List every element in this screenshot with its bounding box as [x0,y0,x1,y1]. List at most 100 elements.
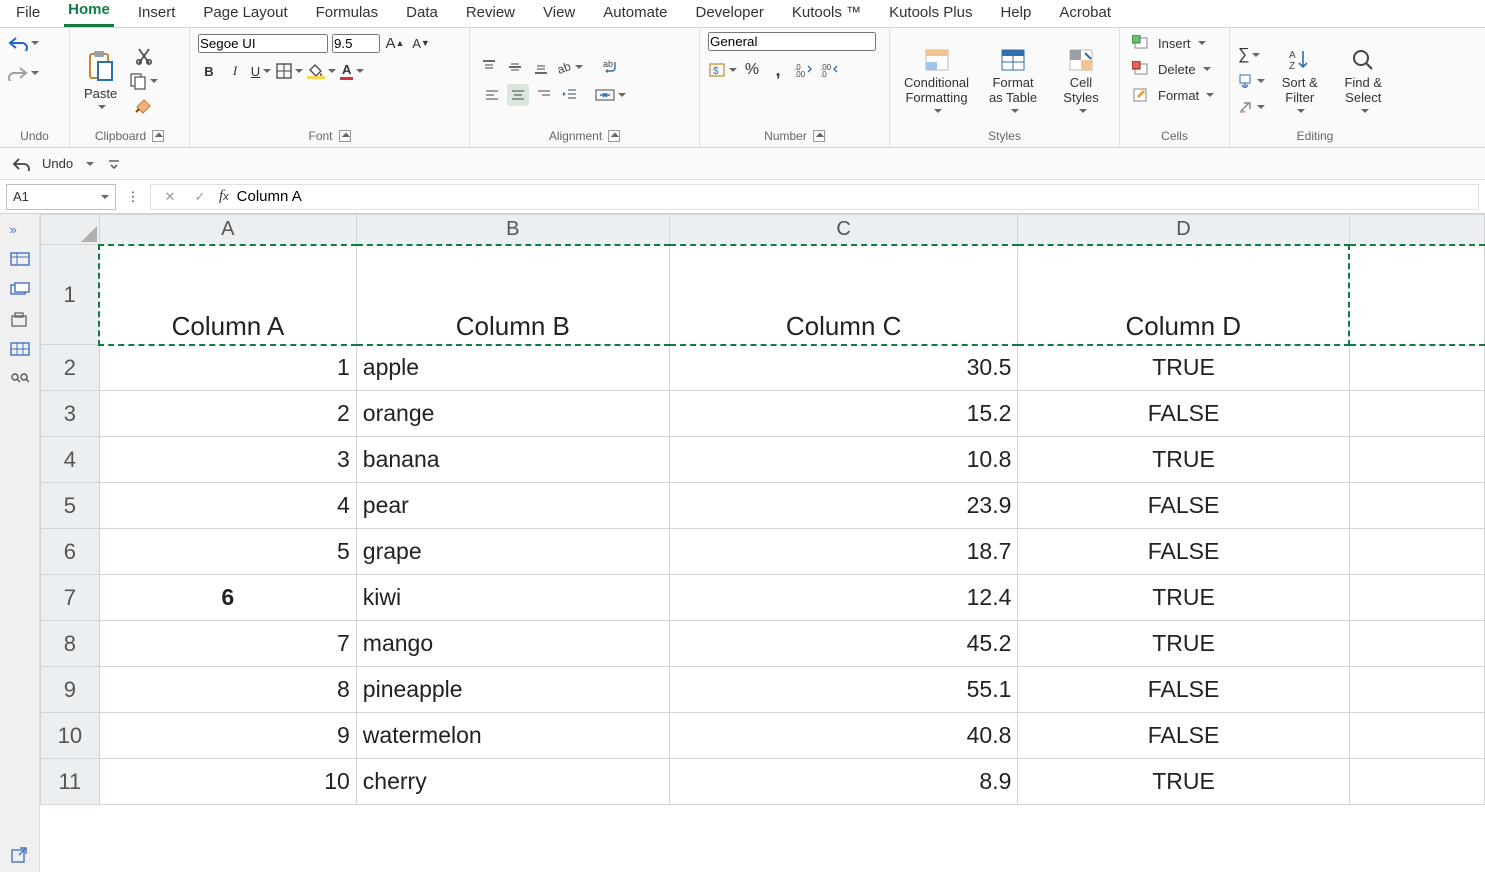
align-bottom-button[interactable] [530,56,552,78]
cell-2-B[interactable]: apple [356,345,669,391]
cell-3-C[interactable]: 15.2 [669,391,1018,437]
cell-4-A[interactable]: 3 [99,437,356,483]
tab-automate[interactable]: Automate [599,2,671,27]
cell-1-A[interactable]: Column A [99,245,356,345]
row-header-7[interactable]: 7 [41,575,100,621]
cell-11-D[interactable]: TRUE [1018,759,1349,805]
insert-cells-button[interactable]: Insert [1128,32,1210,54]
cell-7-next[interactable] [1349,575,1484,621]
accounting-format-button[interactable]: $ [708,59,737,81]
format-painter-button[interactable] [133,95,155,117]
row-header-5[interactable]: 5 [41,483,100,529]
cell-7-C[interactable]: 12.4 [669,575,1018,621]
percent-format-button[interactable]: % [741,59,763,81]
qat-customize-button[interactable] [103,153,125,175]
align-right-button[interactable] [533,84,555,106]
cell-4-next[interactable] [1349,437,1484,483]
increase-font-button[interactable]: A▲ [384,32,406,54]
underline-button[interactable]: U [250,60,272,82]
cell-8-B[interactable]: mango [356,621,669,667]
decrease-decimal-button[interactable]: .00.0 [819,59,841,81]
cell-6-D[interactable]: FALSE [1018,529,1349,575]
clear-button[interactable] [1238,96,1265,118]
cell-4-D[interactable]: TRUE [1018,437,1349,483]
clipboard-launcher[interactable] [152,130,164,142]
tab-data[interactable]: Data [402,2,442,27]
number-format-combo[interactable] [708,32,876,51]
font-launcher[interactable] [339,130,351,142]
col-header-B[interactable]: B [356,215,669,245]
cell-8-next[interactable] [1349,621,1484,667]
increase-decimal-button[interactable]: .0.00 [793,59,815,81]
qat-undo-button[interactable] [10,153,32,175]
autosum-button[interactable]: ∑ [1238,44,1260,66]
col-header-A[interactable]: A [99,215,356,245]
row-header-3[interactable]: 3 [41,391,100,437]
cell-5-B[interactable]: pear [356,483,669,529]
cell-8-D[interactable]: TRUE [1018,621,1349,667]
side-icon-2[interactable] [10,282,30,298]
cell-3-A[interactable]: 2 [99,391,356,437]
tab-page-layout[interactable]: Page Layout [199,2,291,27]
side-icon-4[interactable] [10,342,30,358]
bold-button[interactable]: B [198,60,220,82]
row-header-8[interactable]: 8 [41,621,100,667]
font-name-combo[interactable] [198,34,328,53]
merge-center-button[interactable] [595,84,626,106]
tab-kutools-plus[interactable]: Kutools Plus [885,2,976,27]
row-header-1[interactable]: 1 [41,245,100,345]
cell-3-B[interactable]: orange [356,391,669,437]
row-header-11[interactable]: 11 [41,759,100,805]
conditional-formatting-button[interactable]: Conditional Formatting [898,45,975,117]
format-as-table-button[interactable]: Format as Table [979,45,1047,117]
col-header-C[interactable]: C [669,215,1018,245]
tab-developer[interactable]: Developer [691,2,767,27]
side-icon-1[interactable] [10,252,30,268]
cell-4-B[interactable]: banana [356,437,669,483]
find-select-button[interactable]: Find & Select [1335,45,1393,117]
cell-11-A[interactable]: 10 [99,759,356,805]
wrap-text-button[interactable]: ab [600,56,622,78]
cell-2-A[interactable]: 1 [99,345,356,391]
side-popout-icon[interactable] [10,846,30,862]
cell-2-D[interactable]: TRUE [1018,345,1349,391]
cell-11-B[interactable]: cherry [356,759,669,805]
cell-6-B[interactable]: grape [356,529,669,575]
row-header-4[interactable]: 4 [41,437,100,483]
cell-2-next[interactable] [1349,345,1484,391]
col-header-next[interactable] [1349,215,1484,245]
align-top-button[interactable] [478,56,500,78]
tab-help[interactable]: Help [996,2,1035,27]
cell-3-next[interactable] [1349,391,1484,437]
font-color-button[interactable]: A [340,60,364,82]
font-size-combo[interactable] [332,34,380,53]
cell-10-B[interactable]: watermelon [356,713,669,759]
fill-color-button[interactable] [307,60,336,82]
row-header-10[interactable]: 10 [41,713,100,759]
sort-filter-button[interactable]: AZ Sort & Filter [1271,45,1329,117]
redo-button[interactable] [8,62,39,84]
cell-8-A[interactable]: 7 [99,621,356,667]
italic-button[interactable]: I [224,60,246,82]
formula-bar-options-icon[interactable]: ⋮ [122,186,144,208]
select-all-corner[interactable] [41,215,100,245]
cell-9-A[interactable]: 8 [99,667,356,713]
cell-11-next[interactable] [1349,759,1484,805]
tab-review[interactable]: Review [462,2,519,27]
tab-file[interactable]: File [12,2,44,27]
alignment-launcher[interactable] [608,130,620,142]
align-center-button[interactable] [507,84,529,106]
orientation-button[interactable]: ab [556,56,583,78]
row-header-6[interactable]: 6 [41,529,100,575]
cell-8-C[interactable]: 45.2 [669,621,1018,667]
tab-formulas[interactable]: Formulas [312,2,383,27]
cell-1-B[interactable]: Column B [356,245,669,345]
cell-styles-button[interactable]: Cell Styles [1051,45,1111,117]
cell-10-D[interactable]: FALSE [1018,713,1349,759]
borders-button[interactable] [276,60,303,82]
side-icon-3[interactable] [10,312,30,328]
copy-button[interactable] [129,70,158,92]
cell-5-next[interactable] [1349,483,1484,529]
fill-button[interactable] [1238,70,1265,92]
align-left-button[interactable] [481,84,503,106]
